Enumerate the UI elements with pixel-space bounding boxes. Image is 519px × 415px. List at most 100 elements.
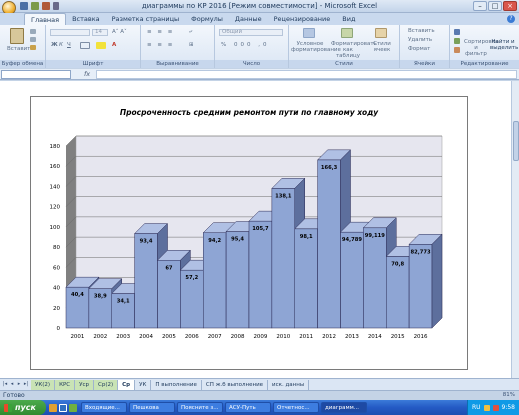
format-as-table-button[interactable]: Форматировать как таблицу [331, 41, 377, 59]
sheet-tab[interactable]: КРС [55, 379, 76, 390]
clock[interactable]: 9:58 [502, 404, 515, 411]
borders-icon[interactable] [80, 42, 90, 49]
first-sheet-icon[interactable]: |◂ [2, 381, 8, 388]
conditional-format-button[interactable]: Условное форматирование [291, 41, 341, 53]
cut-icon[interactable] [30, 29, 36, 34]
fill-color-icon[interactable] [96, 42, 106, 49]
zoom-level[interactable]: 81% [503, 391, 515, 400]
scrollbar-thumb[interactable] [513, 121, 519, 161]
delete-cells-button[interactable]: Удалить [408, 37, 432, 43]
name-box[interactable] [1, 70, 71, 79]
group-styles: Условное форматирование Форматировать ка… [289, 25, 400, 68]
ribbon-tab[interactable]: Вид [336, 13, 361, 25]
sum-icon[interactable] [454, 29, 460, 35]
tray-icon[interactable] [492, 404, 499, 411]
ribbon-tab[interactable]: Формулы [185, 13, 229, 25]
y-tick-label: 20 [53, 306, 60, 312]
quick-launch-icon[interactable] [59, 403, 67, 412]
help-icon[interactable]: ? [507, 15, 515, 23]
bar [248, 220, 273, 329]
window-title: диаграммы по КР 2016 [Режим совместимост… [141, 2, 378, 10]
ribbon-tab[interactable]: Вставка [66, 13, 106, 25]
maximize-button[interactable]: □ [488, 1, 502, 11]
bar-side [431, 233, 443, 329]
taskbar-button[interactable]: Входящие... [81, 402, 127, 413]
system-tray: RU 9:58 [466, 400, 519, 415]
sheet-tab[interactable]: иск. данны [268, 379, 310, 390]
quick-launch-icon[interactable] [69, 403, 77, 412]
start-button[interactable]: пуск [0, 400, 46, 415]
copy-icon[interactable] [30, 37, 36, 42]
close-button[interactable]: × [503, 1, 517, 11]
horizontal-align-icons[interactable]: ≡ ≡ ≡ [147, 42, 174, 48]
data-label: 95,4 [231, 237, 244, 243]
quick-launch-icon[interactable] [49, 403, 57, 412]
bar [271, 188, 295, 329]
sheet-tab[interactable]: Ср [118, 379, 136, 390]
sheet-tab[interactable]: СП ж.б выполнение [202, 379, 269, 390]
y-tick-label: 160 [50, 164, 61, 170]
x-tick-label: 2009 [253, 334, 267, 340]
ribbon-tab[interactable]: Разметка страницы [106, 13, 186, 25]
ribbon-tab[interactable]: Данные [229, 13, 268, 25]
format-painter-icon[interactable] [30, 45, 36, 50]
sheet-tab[interactable]: Уср [75, 379, 94, 390]
taskbar-button[interactable]: диаграмм... [321, 402, 367, 413]
x-tick-label: 2012 [322, 334, 336, 340]
paste-icon[interactable] [10, 28, 24, 44]
y-tick-label: 120 [50, 205, 61, 211]
vertical-scrollbar[interactable] [511, 81, 519, 378]
bar-chart[interactable]: 0 20 40 60 80 100 120 140 160 180 40,4 2001 38,9 2002… [30, 96, 468, 370]
conditional-format-icon[interactable] [303, 28, 315, 38]
ribbon-tab[interactable]: Главная [24, 13, 67, 25]
taskbar-button[interactable]: Отчетнос... [273, 402, 319, 413]
find-select-button[interactable]: Найти и выделить [490, 39, 518, 51]
number-format-select[interactable]: Общий [219, 29, 283, 36]
sheet-tab[interactable]: УК(2) [31, 379, 56, 390]
minimize-button[interactable]: – [473, 1, 487, 11]
number-format-icons[interactable]: % 000 ,0 [221, 42, 269, 48]
bar [408, 244, 433, 329]
sheet-tab[interactable]: П выполнение [151, 379, 202, 390]
y-tick-label: 0 [57, 326, 61, 332]
merge-icon[interactable]: ⊞ [189, 42, 194, 48]
prev-sheet-icon[interactable]: ◂ [9, 381, 15, 388]
sheet-tab[interactable]: Ср(2) [94, 379, 119, 390]
clear-icon[interactable] [454, 47, 460, 53]
underline-icon[interactable]: Ч [67, 42, 71, 48]
ribbon-tabs: Главная Вставка Разметка страницы Формулы Да… [0, 13, 519, 25]
tray-icon[interactable] [483, 404, 490, 411]
formula-input[interactable] [96, 70, 517, 79]
title-bar: диаграммы по КР 2016 [Режим совместимост… [0, 0, 519, 15]
taskbar-button[interactable]: Пешкова [129, 402, 175, 413]
x-tick-label: 2004 [139, 334, 153, 340]
cell-styles-button[interactable]: Стили ячеек [369, 41, 395, 53]
fill-icon[interactable] [454, 38, 460, 44]
y-tick-label: 180 [50, 144, 61, 150]
fx-icon[interactable]: fx [84, 70, 90, 78]
italic-icon[interactable]: К [59, 42, 63, 48]
x-tick-label: 2010 [276, 334, 290, 340]
grow-font-icon[interactable]: A˄ A˅ [112, 29, 127, 35]
taskbar-button[interactable]: Поясните з... [177, 402, 223, 413]
cell-styles-icon[interactable] [375, 28, 387, 38]
x-tick-label: 2008 [231, 334, 245, 340]
format-as-table-icon[interactable] [341, 28, 353, 38]
font-name-select[interactable] [50, 29, 90, 36]
last-sheet-icon[interactable]: ▸| [23, 381, 29, 388]
format-cells-button[interactable]: Формат [408, 46, 430, 52]
bold-icon[interactable]: Ж [51, 42, 58, 48]
wrap-text-icon[interactable]: ⤶ [189, 29, 192, 36]
font-color-icon[interactable]: A [112, 42, 116, 48]
ribbon: Вставить Буфер обмена 14 A˄ A˅ Ж К Ч A Ш… [0, 25, 519, 68]
insert-cells-button[interactable]: Вставить [408, 28, 435, 34]
ribbon-tab[interactable]: Рецензирование [268, 13, 337, 25]
font-size-select[interactable]: 14 [92, 29, 108, 36]
vertical-align-icons[interactable]: ≡ ≡ ≡ [147, 29, 174, 35]
sort-filter-button[interactable]: Сортировка и фильтр [464, 39, 498, 57]
x-tick-label: 2006 [185, 334, 199, 340]
sheet-tab[interactable]: УК [135, 379, 152, 390]
language-indicator[interactable]: RU [472, 404, 481, 411]
next-sheet-icon[interactable]: ▸ [16, 381, 22, 388]
taskbar-button[interactable]: АСУ-Путь [225, 402, 271, 413]
